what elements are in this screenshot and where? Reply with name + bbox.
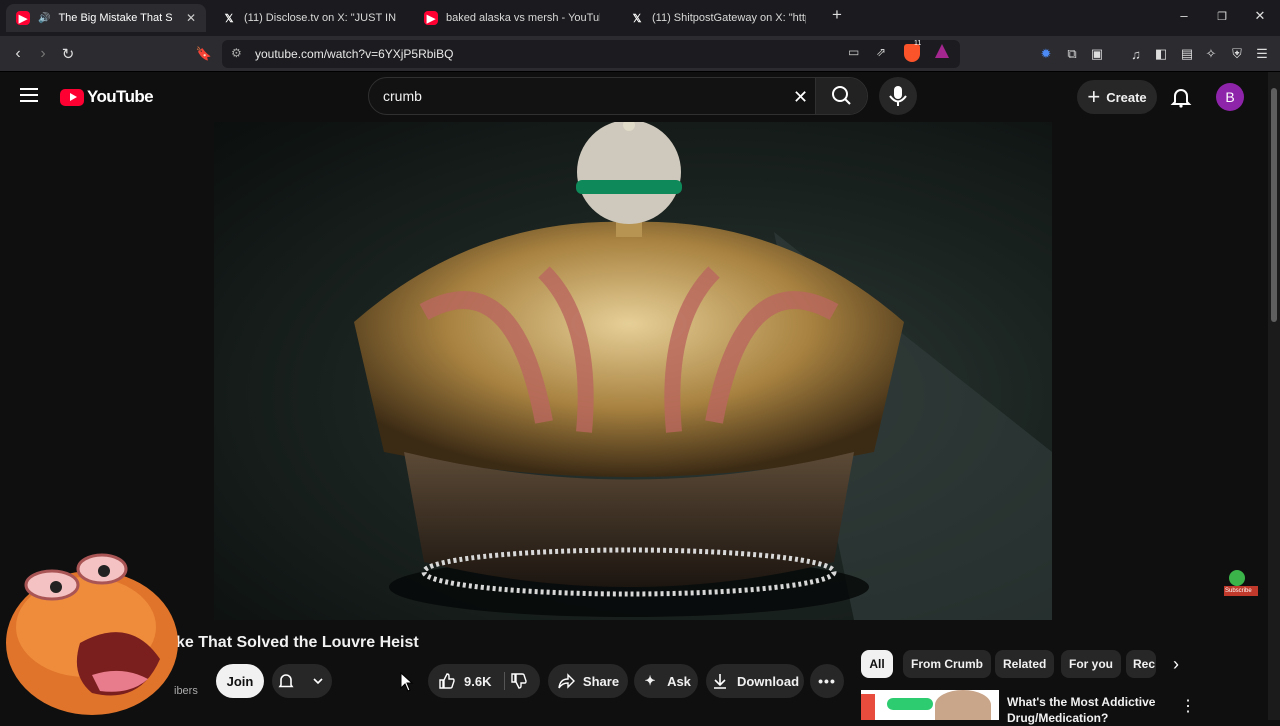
wallet-icon[interactable]: ▤ [1178,45,1196,63]
search-button[interactable] [815,78,867,114]
chip-related[interactable]: Related [995,650,1055,678]
share-page-icon[interactable]: ⇗ [876,45,886,59]
chip-all[interactable]: All [861,650,893,678]
thumbnail-red-strip [861,694,875,720]
url-text: youtube.com/watch?v=6YXjP5RbiBQ [255,47,454,61]
subscribed-notifications-button[interactable] [272,664,332,698]
browser-tab-bar: ▶ 🔊 The Big Mistake That Solved t ✕ 𝕏 (1… [0,0,1280,36]
minimize-icon[interactable]: – [1174,8,1194,23]
chip-from-crumb[interactable]: From Crumb [903,650,991,678]
chevron-down-icon [309,672,327,690]
thumbnail-pill-graphic [887,698,933,710]
sidebar-icon[interactable]: ◧ [1152,45,1170,63]
tab-title: (11) Disclose.tv on X: "JUST IN - UK n [244,12,398,24]
mouse-cursor-icon [400,672,414,692]
tab-title: (11) ShitpostGateway on X: "https://t [652,12,806,24]
audio-playing-icon[interactable]: 🔊 [38,13,50,24]
like-icon[interactable] [438,672,456,690]
stream-overlay-sticker-icon [6,553,178,715]
join-button[interactable]: Join [216,664,264,698]
new-tab-icon[interactable]: + [827,5,847,25]
scrollbar-thumb[interactable] [1271,88,1277,322]
create-label: Create [1106,89,1147,105]
vpn-extension-icon[interactable]: ✹ [1037,45,1055,63]
restore-icon[interactable]: ❐ [1212,10,1232,23]
cast-icon[interactable]: ▭ [848,45,859,59]
create-button[interactable]: + Create [1077,80,1157,114]
suggested-video-menu-icon[interactable]: ⋮ [1180,696,1196,715]
forward-icon[interactable]: › [33,44,53,64]
download-icon [711,672,729,690]
like-divider [504,672,505,690]
channel-watermark[interactable]: Subscribe [1224,566,1258,600]
tab-disclose[interactable]: 𝕏 (11) Disclose.tv on X: "JUST IN - UK n [212,4,408,32]
like-count[interactable]: 9.6K [464,674,491,689]
vpn-shield-icon[interactable]: ⛨ [1228,45,1246,63]
suggested-video-thumbnail[interactable] [861,690,999,720]
share-label: Share [582,673,620,689]
tab-active-video[interactable]: ▶ 🔊 The Big Mistake That Solved t ✕ [6,4,206,32]
youtube-favicon-icon: ▶ [424,11,438,25]
tab-baked-alaska[interactable]: ▶ baked alaska vs mersh - YouTube [414,4,610,32]
notifications-bell-icon[interactable] [1169,85,1193,109]
dislike-icon[interactable] [510,672,528,690]
thumbnail-face [935,690,991,720]
back-icon[interactable]: ‹ [8,44,28,64]
youtube-favicon-icon: ▶ [16,11,30,25]
video-player[interactable] [214,122,1052,620]
chip-recently-uploaded[interactable]: Rec [1126,650,1156,678]
brave-rewards-icon[interactable] [935,44,949,58]
guide-menu-icon[interactable] [20,88,38,102]
video-title: ke That Solved the Louvre Heist [176,634,419,651]
page-scrollbar[interactable] [1268,72,1280,720]
more-horizontal-icon: ••• [818,673,836,689]
brave-shields-count: 11 [914,40,922,47]
chip-for-you[interactable]: For you [1061,650,1121,678]
site-info-icon[interactable]: ⚙ [231,46,242,60]
more-actions-button[interactable]: ••• [810,664,844,698]
x-favicon-icon: 𝕏 [224,12,234,25]
tab-shitpost[interactable]: 𝕏 (11) ShitpostGateway on X: "https://t [620,4,816,32]
bookmark-icon[interactable]: 🔖 [194,44,214,64]
browser-toolbar: ‹ › ↻ 🔖 ⚙ youtube.com/watch?v=6YXjP5RbiB… [0,36,1280,72]
suggested-video-title[interactable]: What's the Most Addictive Drug/Medicatio… [1007,694,1167,726]
search-icon [832,86,851,105]
download-button[interactable]: Download [706,664,804,698]
download-label: Download [736,673,800,689]
ask-label: Ask [667,673,691,689]
share-arrow-icon [557,672,575,690]
microphone-icon [889,86,907,106]
share-button[interactable]: Share [548,664,628,698]
video-frame-crown-image [354,122,1052,620]
like-dislike-group: 9.6K [428,664,540,698]
youtube-logo-icon [60,88,84,106]
tab-title: The Big Mistake That Solved t [58,12,172,24]
reload-icon[interactable]: ↻ [58,44,78,64]
address-bar[interactable]: ⚙ youtube.com/watch?v=6YXjP5RbiBQ ▭ ⇗ 11 [222,40,960,68]
youtube-logo-text: YouTube [87,87,154,106]
window-close-icon[interactable]: ✕ [1250,8,1270,24]
subscribe-watermark-icon [1224,570,1258,596]
watermark-text: Subscribe [1225,588,1252,594]
chips-next-arrow-icon[interactable]: › [1164,650,1188,678]
bell-icon [277,672,295,690]
youtube-logo[interactable]: YouTube [60,87,154,107]
voice-search-button[interactable] [879,77,917,115]
ask-button[interactable]: ✦ Ask [634,664,698,698]
plus-icon: + [1087,84,1101,109]
search-input[interactable]: crumb [383,88,422,104]
media-icon[interactable]: ♫ [1127,45,1145,63]
screenshot-icon[interactable]: ▣ [1088,45,1106,63]
tab-title: baked alaska vs mersh - YouTube [446,12,600,24]
x-favicon-icon: 𝕏 [632,12,642,25]
leo-ai-icon[interactable]: ✧ [1202,45,1220,63]
tab-close-icon[interactable]: ✕ [186,11,196,25]
clear-search-icon[interactable]: ✕ [793,87,808,108]
account-avatar[interactable]: B [1216,83,1244,111]
youtube-header: YouTube crumb ✕ + Create B [0,72,1268,122]
extensions-icon[interactable]: ⧉ [1063,45,1081,63]
search-box[interactable]: crumb ✕ [368,77,868,115]
browser-menu-icon[interactable]: ☰ [1253,45,1271,63]
sparkle-icon: ✦ [644,673,656,688]
